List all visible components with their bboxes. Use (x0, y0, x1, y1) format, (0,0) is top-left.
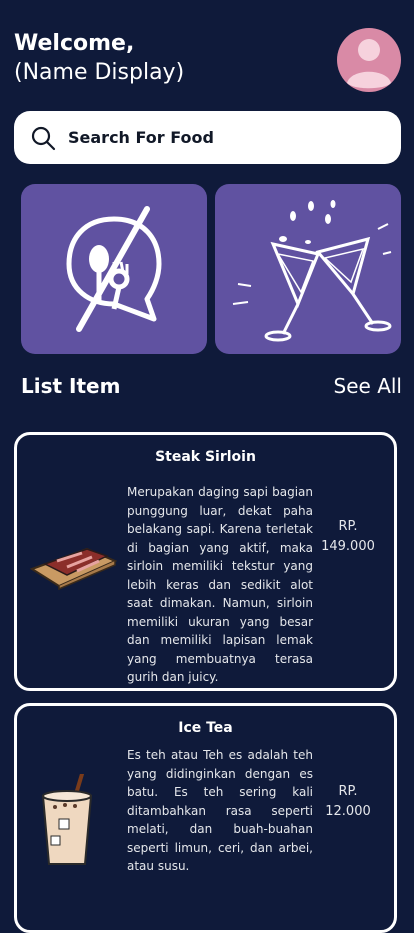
list-title: List Item (21, 374, 121, 398)
food-title: Steak Sirloin (155, 449, 256, 465)
cheers-icon (232, 200, 392, 342)
food-title: Ice Tea (178, 720, 233, 736)
header: Welcome, (Name Display) (14, 30, 184, 88)
price-value: 149.000 (321, 539, 375, 554)
category-tile-drinks[interactable] (215, 184, 401, 354)
see-all-link[interactable]: See All (334, 374, 402, 398)
ice-tea-icon (37, 772, 97, 873)
food-description: Es teh atau Teh es adalah teh yang didin… (127, 748, 313, 873)
food-card[interactable]: Ice Tea Es teh atau Teh es adalah teh ya… (14, 703, 397, 933)
food-price: RP. 12.000 (318, 782, 378, 822)
avatar[interactable] (337, 28, 401, 92)
food-price: RP. 149.000 (318, 517, 378, 557)
price-label: RP. (338, 784, 358, 799)
user-name-display: (Name Display) (14, 60, 185, 85)
price-label: RP. (338, 519, 358, 534)
search-icon (31, 126, 56, 150)
steak-icon (27, 531, 118, 595)
user-icon (347, 39, 391, 89)
welcome-text: Welcome, (14, 31, 135, 56)
category-tile-no-food[interactable] (21, 184, 207, 354)
food-description: Merupakan daging sapi bagian punggung lu… (127, 485, 313, 684)
search-input[interactable]: Search For Food (68, 128, 214, 147)
search-bar[interactable]: Search For Food (14, 111, 401, 164)
no-food-icon (66, 206, 162, 332)
food-card[interactable]: Steak Sirloin Merupakan daging sapi bagi… (14, 432, 397, 691)
price-value: 12.000 (325, 804, 371, 819)
